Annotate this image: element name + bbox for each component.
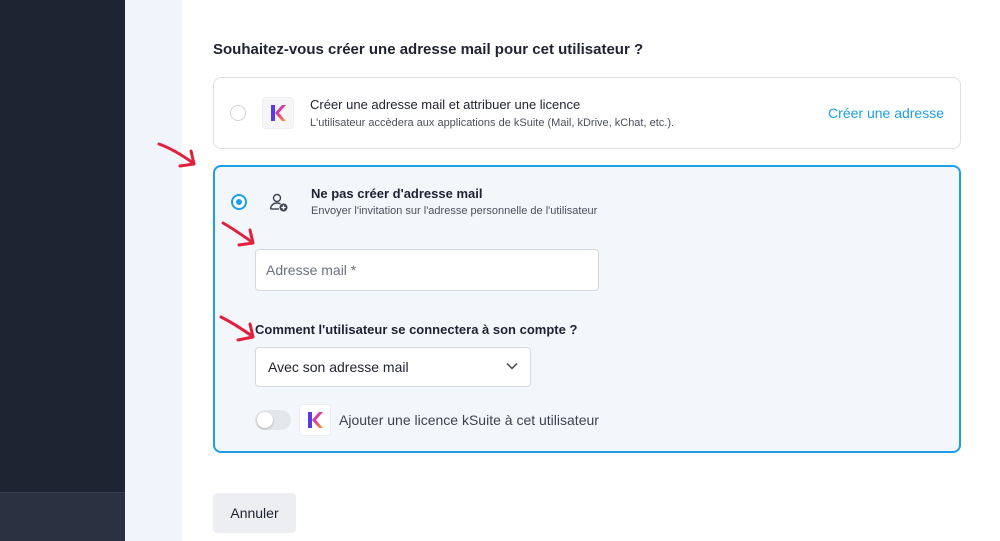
option-create-title: Créer une adresse mail et attribuer une … xyxy=(310,97,581,112)
login-method-label: Comment l'utilisateur se connectera à so… xyxy=(255,322,578,337)
ksuite-logo-icon xyxy=(262,97,294,129)
ksuite-logo-icon xyxy=(299,404,331,436)
nav-sidebar-footer[interactable] xyxy=(0,492,125,541)
radio-create-address[interactable] xyxy=(230,105,246,121)
chevron-down-icon xyxy=(506,362,518,370)
annotation-arrow-icon xyxy=(157,142,196,168)
email-field[interactable] xyxy=(255,249,599,291)
create-address-link[interactable]: Créer une adresse xyxy=(828,105,944,121)
user-add-icon xyxy=(269,193,288,212)
toggle-knob xyxy=(257,412,273,428)
page-gutter xyxy=(125,0,182,541)
page-question: Souhaitez-vous créer une adresse mail po… xyxy=(213,41,644,58)
radio-no-address[interactable] xyxy=(231,194,247,210)
cancel-button[interactable]: Annuler xyxy=(213,493,296,533)
option-no-address-subtitle: Envoyer l'invitation sur l'adresse perso… xyxy=(311,205,598,217)
option-create-address[interactable]: Créer une adresse mail et attribuer une … xyxy=(213,77,961,149)
option-no-address[interactable]: Ne pas créer d'adresse mail Envoyer l'in… xyxy=(213,165,961,453)
option-no-address-title: Ne pas créer d'adresse mail xyxy=(311,186,483,201)
nav-sidebar xyxy=(0,0,125,541)
option-create-subtitle: L'utilisateur accèdera aux applications … xyxy=(310,117,675,129)
license-toggle[interactable] xyxy=(255,410,291,430)
login-method-select[interactable]: Avec son adresse mail xyxy=(255,347,531,387)
license-toggle-label: Ajouter une licence kSuite à cet utilisa… xyxy=(339,412,599,428)
annotation-arrow-icon xyxy=(219,315,255,342)
login-method-value: Avec son adresse mail xyxy=(268,359,409,375)
annotation-arrow-icon xyxy=(221,221,255,247)
